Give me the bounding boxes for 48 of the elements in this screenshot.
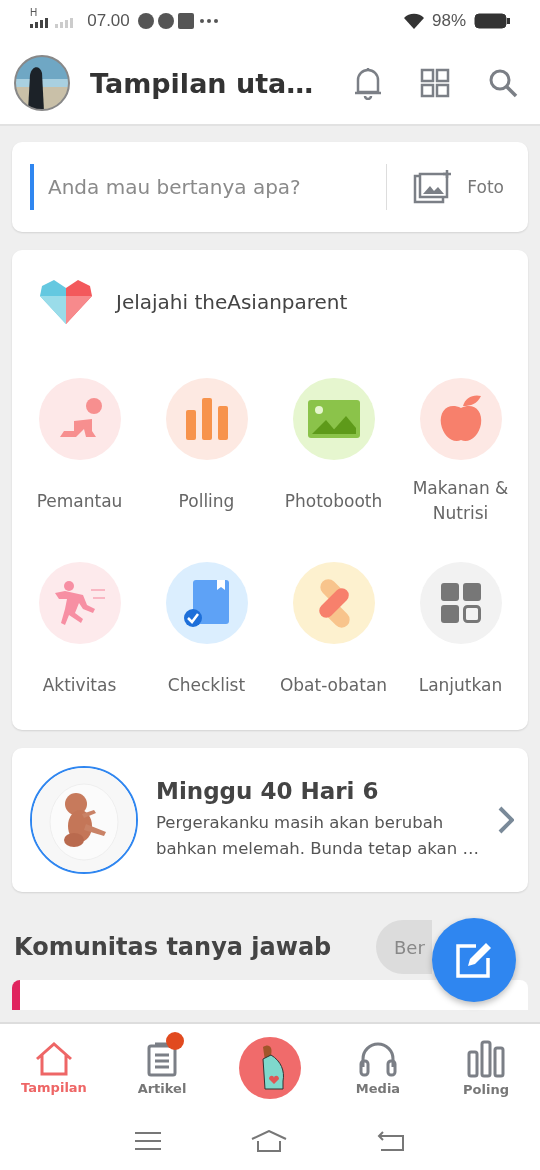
menu-icon[interactable] (135, 1131, 161, 1151)
heart-logo-icon (40, 280, 92, 324)
running-person-icon (52, 579, 107, 627)
section-title: Komunitas tanya jawab (13, 933, 332, 961)
checklist-book-icon (182, 578, 231, 628)
feature-shortcut[interactable]: Lanjutkan (397, 562, 524, 710)
grid-icon[interactable] (420, 68, 450, 98)
compose-button[interactable] (432, 918, 516, 1002)
post-card[interactable] (12, 980, 528, 1010)
network-type: H (30, 6, 38, 18)
battery-percent: 98% (431, 11, 466, 31)
grid-icon (438, 581, 483, 625)
clock: 07.00 (87, 11, 130, 31)
page-title: Tampilan uta… (90, 67, 315, 99)
headphones-icon (359, 1040, 397, 1077)
week-description: Pergerakanku masih akan berubah (156, 812, 445, 834)
edit-icon (456, 942, 492, 978)
home-icon (35, 1041, 73, 1076)
battery-icon (474, 13, 510, 29)
feature-shortcut[interactable]: Checklist (143, 562, 270, 710)
add-photo-icon (413, 170, 454, 204)
feature-shortcut[interactable]: Makanan & Nutrisi (397, 378, 524, 526)
back-icon[interactable] (377, 1130, 405, 1152)
feature-shortcut[interactable]: Photobooth (270, 378, 397, 526)
document-icon (146, 1040, 178, 1077)
feature-shortcut[interactable]: Obat-obatan (270, 562, 397, 710)
week-description: bahkan melemah. Bunda tetap akan … (156, 838, 480, 860)
nav-tab[interactable]: Media (324, 1024, 432, 1112)
nav-tab[interactable]: Artikel (108, 1024, 216, 1112)
pregnancy-week-card[interactable]: Minggu 40 Hari 6 Pergerakanku masih akan berubah bahkan melemah. Bunda tetap akan … (12, 748, 528, 892)
search-icon[interactable] (488, 68, 518, 98)
home-icon[interactable] (251, 1130, 287, 1152)
question-field[interactable]: Anda mau bertanya apa? (30, 164, 388, 210)
photo-button[interactable]: Foto (407, 170, 510, 204)
feature-shortcut[interactable]: Aktivitas (16, 562, 143, 710)
nav-tab[interactable]: Tampilan (0, 1024, 108, 1112)
chevron-right-icon (498, 806, 514, 834)
image-icon (307, 400, 360, 438)
wifi-icon (403, 13, 424, 29)
feature-shortcut[interactable]: Polling (143, 378, 270, 526)
section-title: Jelajahi theAsianparent (116, 290, 348, 314)
week-title: Minggu 40 Hari 6 (156, 778, 380, 804)
bell-icon[interactable] (354, 66, 382, 100)
bar-chart-icon (183, 398, 230, 440)
nav-tab[interactable]: Poling (432, 1024, 540, 1112)
bar-chart-icon (467, 1039, 505, 1078)
apple-icon (438, 394, 483, 444)
feature-shortcut[interactable]: Pemantau (16, 378, 143, 526)
